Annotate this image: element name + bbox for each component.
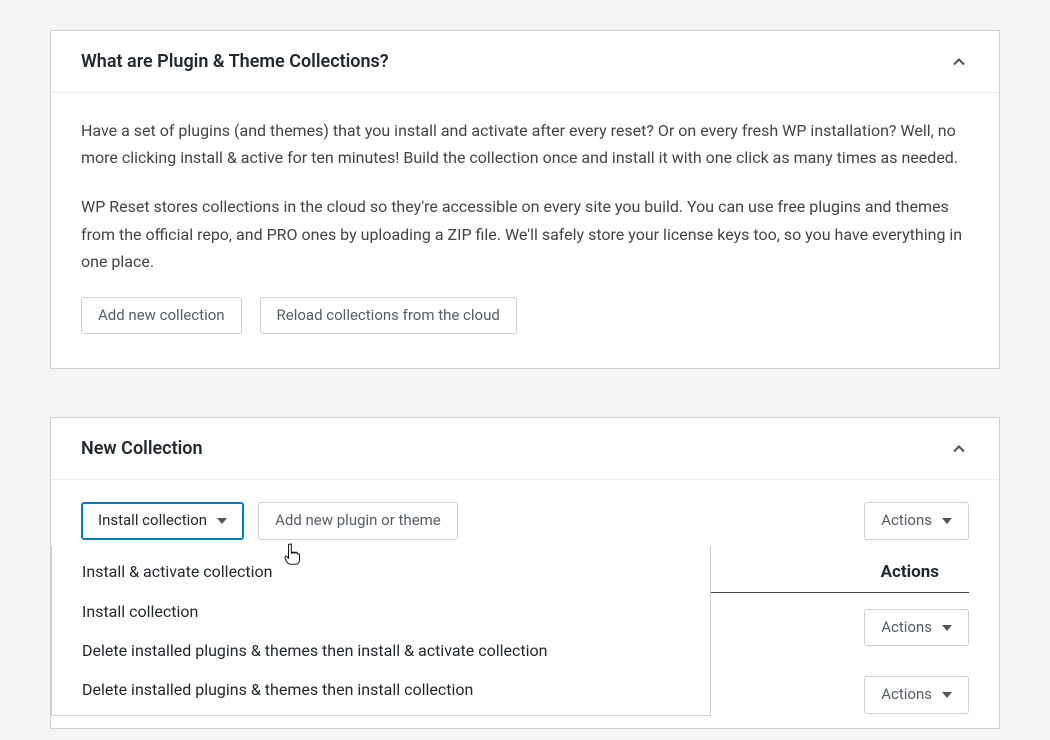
add-collection-button[interactable]: Add new collection — [81, 297, 242, 335]
intro-body: Have a set of plugins (and themes) that … — [51, 93, 999, 368]
intro-title: What are Plugin & Theme Collections? — [81, 51, 389, 72]
menu-delete-install[interactable]: Delete installed plugins & themes then i… — [52, 670, 710, 709]
collection-toolbar: Install collection Add new plugin or the… — [51, 480, 999, 550]
intro-card-header[interactable]: What are Plugin & Theme Collections? — [51, 31, 999, 93]
reload-collections-button[interactable]: Reload collections from the cloud — [260, 297, 517, 335]
collection-card: New Collection Install collection Add ne… — [50, 417, 1000, 729]
install-collection-button[interactable]: Install collection — [81, 502, 244, 540]
row-actions-button[interactable]: Actions — [864, 676, 969, 714]
collection-body: Install collection Add new plugin or the… — [51, 480, 999, 728]
intro-card: What are Plugin & Theme Collections? Hav… — [50, 30, 1000, 369]
install-collection-label: Install collection — [98, 511, 207, 531]
menu-install-activate[interactable]: Install & activate collection — [52, 552, 710, 591]
collection-actions-button[interactable]: Actions — [864, 502, 969, 540]
caret-down-icon — [942, 625, 952, 631]
row-actions-label: Actions — [881, 618, 932, 638]
install-collection-dropdown: Install & activate collection Install co… — [51, 546, 711, 716]
caret-down-icon — [942, 692, 952, 698]
intro-paragraph-1: Have a set of plugins (and themes) that … — [81, 117, 969, 171]
row-actions-label: Actions — [881, 685, 932, 705]
chevron-up-icon — [949, 439, 969, 459]
row-actions-button[interactable]: Actions — [864, 609, 969, 647]
collection-actions-label: Actions — [881, 511, 932, 531]
intro-paragraph-2: WP Reset stores collections in the cloud… — [81, 193, 969, 275]
chevron-up-icon — [949, 52, 969, 72]
caret-down-icon — [217, 518, 227, 524]
caret-down-icon — [942, 518, 952, 524]
add-plugin-theme-button[interactable]: Add new plugin or theme — [258, 502, 458, 540]
menu-install[interactable]: Install collection — [52, 592, 710, 631]
menu-delete-install-activate[interactable]: Delete installed plugins & themes then i… — [52, 631, 710, 670]
collection-card-header[interactable]: New Collection — [51, 418, 999, 480]
collection-title: New Collection — [81, 438, 203, 459]
